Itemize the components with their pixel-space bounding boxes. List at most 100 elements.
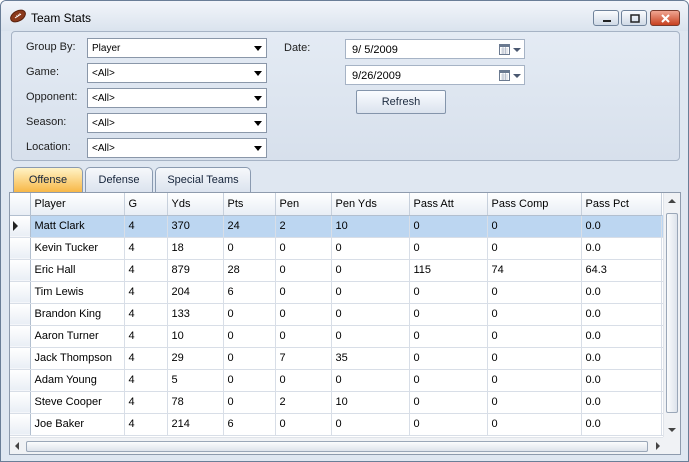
table-cell[interactable]: 10: [167, 325, 224, 348]
table-cell[interactable]: 0.0: [581, 347, 662, 370]
tab-defense[interactable]: Defense: [85, 167, 153, 192]
table-cell[interactable]: 4: [124, 281, 168, 304]
table-row[interactable]: Adam Young 4 5 0 0 0 0 0 0.0: [10, 369, 667, 392]
horizontal-scroll-thumb[interactable]: [26, 441, 648, 452]
table-cell[interactable]: 4: [124, 413, 168, 436]
table-row[interactable]: Joe Baker 4 214 6 0 0 0 0 0.0: [10, 413, 667, 436]
table-row[interactable]: Matt Clark 4 370 24 2 10 0 0 0.0: [10, 215, 667, 238]
minimize-button[interactable]: [593, 10, 619, 26]
location-select[interactable]: <All>: [87, 138, 267, 158]
table-cell[interactable]: 5: [167, 369, 224, 392]
table-cell[interactable]: 0: [275, 413, 332, 436]
close-button[interactable]: [650, 10, 680, 26]
table-cell[interactable]: 0: [487, 237, 582, 260]
table-cell[interactable]: 0: [331, 369, 410, 392]
table-cell[interactable]: 0: [275, 259, 332, 282]
table-cell[interactable]: 0: [331, 259, 410, 282]
tab-offense[interactable]: Offense: [13, 167, 83, 193]
column-header[interactable]: Pass Pct: [581, 193, 662, 216]
table-cell[interactable]: 10: [331, 391, 410, 414]
table-cell[interactable]: Kevin Tucker: [30, 237, 125, 260]
table-cell[interactable]: 0.0: [581, 215, 662, 238]
row-header[interactable]: [10, 259, 31, 282]
column-header[interactable]: Pass Comp: [487, 193, 582, 216]
game-select[interactable]: <All>: [87, 63, 267, 83]
refresh-button[interactable]: Refresh: [356, 90, 446, 114]
table-cell[interactable]: 4: [124, 369, 168, 392]
table-row[interactable]: Brandon King 4 133 0 0 0 0 0 0.0: [10, 303, 667, 326]
table-cell[interactable]: 4: [124, 237, 168, 260]
table-cell[interactable]: 0.0: [581, 325, 662, 348]
table-cell[interactable]: 0: [331, 281, 410, 304]
column-header[interactable]: Pen Yds: [331, 193, 410, 216]
table-cell[interactable]: 370: [167, 215, 224, 238]
table-cell[interactable]: 0: [275, 281, 332, 304]
column-header[interactable]: Yds: [167, 193, 224, 216]
table-cell[interactable]: 0: [487, 281, 582, 304]
table-cell[interactable]: 4: [124, 303, 168, 326]
table-cell[interactable]: 0: [275, 369, 332, 392]
table-cell[interactable]: 0: [409, 281, 488, 304]
row-header[interactable]: [10, 325, 31, 348]
row-header[interactable]: [10, 281, 31, 304]
table-cell[interactable]: 0: [409, 237, 488, 260]
table-row[interactable]: Eric Hall 4 879 28 0 0 115 74 64.3: [10, 259, 667, 282]
table-cell[interactable]: 0: [331, 413, 410, 436]
table-cell[interactable]: 0: [331, 325, 410, 348]
table-cell[interactable]: Aaron Turner: [30, 325, 125, 348]
date-from-picker[interactable]: 9/ 5/2009: [345, 39, 525, 59]
table-cell[interactable]: 0: [487, 413, 582, 436]
table-cell[interactable]: 4: [124, 391, 168, 414]
table-cell[interactable]: 4: [124, 325, 168, 348]
table-cell[interactable]: 0: [331, 237, 410, 260]
table-cell[interactable]: 0: [487, 303, 582, 326]
calendar-icon[interactable]: [499, 70, 510, 81]
row-header[interactable]: [10, 391, 31, 414]
table-cell[interactable]: 0: [409, 391, 488, 414]
table-cell[interactable]: 0.0: [581, 237, 662, 260]
column-header[interactable]: Player: [30, 193, 125, 216]
row-header[interactable]: [10, 369, 31, 392]
row-header[interactable]: [10, 303, 31, 326]
table-cell[interactable]: 0: [275, 237, 332, 260]
table-cell[interactable]: 0: [409, 303, 488, 326]
scroll-left-icon[interactable]: [15, 442, 19, 450]
table-cell[interactable]: Tim Lewis: [30, 281, 125, 304]
table-cell[interactable]: 28: [223, 259, 276, 282]
table-cell[interactable]: 0: [409, 347, 488, 370]
tab-special-teams[interactable]: Special Teams: [155, 167, 251, 192]
table-cell[interactable]: 0: [487, 391, 582, 414]
table-cell[interactable]: 6: [223, 281, 276, 304]
group-by-select[interactable]: Player: [87, 38, 267, 58]
table-cell[interactable]: 0: [223, 391, 276, 414]
table-cell[interactable]: Adam Young: [30, 369, 125, 392]
table-cell[interactable]: 4: [124, 259, 168, 282]
row-header[interactable]: [10, 237, 31, 260]
table-row[interactable]: Aaron Turner 4 10 0 0 0 0 0 0.0: [10, 325, 667, 348]
calendar-icon[interactable]: [499, 44, 510, 55]
season-select[interactable]: <All>: [87, 113, 267, 133]
table-cell[interactable]: 115: [409, 259, 488, 282]
table-cell[interactable]: 0: [223, 369, 276, 392]
row-header[interactable]: [10, 347, 31, 370]
table-cell[interactable]: 0: [409, 369, 488, 392]
table-cell[interactable]: 0: [409, 215, 488, 238]
dropdown-arrow-icon[interactable]: [513, 48, 521, 52]
table-cell[interactable]: 0: [223, 237, 276, 260]
table-cell[interactable]: Steve Cooper: [30, 391, 125, 414]
vertical-scrollbar[interactable]: [663, 193, 680, 438]
column-header[interactable]: G: [124, 193, 168, 216]
table-cell[interactable]: 7: [275, 347, 332, 370]
table-cell[interactable]: 35: [331, 347, 410, 370]
table-cell[interactable]: 0.0: [581, 303, 662, 326]
scroll-up-icon[interactable]: [668, 199, 676, 203]
horizontal-scrollbar[interactable]: [10, 437, 665, 454]
table-cell[interactable]: 0: [275, 325, 332, 348]
table-cell[interactable]: 133: [167, 303, 224, 326]
table-cell[interactable]: 0.0: [581, 369, 662, 392]
table-cell[interactable]: 0: [223, 303, 276, 326]
table-row[interactable]: Kevin Tucker 4 18 0 0 0 0 0 0.0: [10, 237, 667, 260]
maximize-button[interactable]: [621, 10, 647, 26]
table-cell[interactable]: 214: [167, 413, 224, 436]
table-cell[interactable]: 0: [487, 347, 582, 370]
